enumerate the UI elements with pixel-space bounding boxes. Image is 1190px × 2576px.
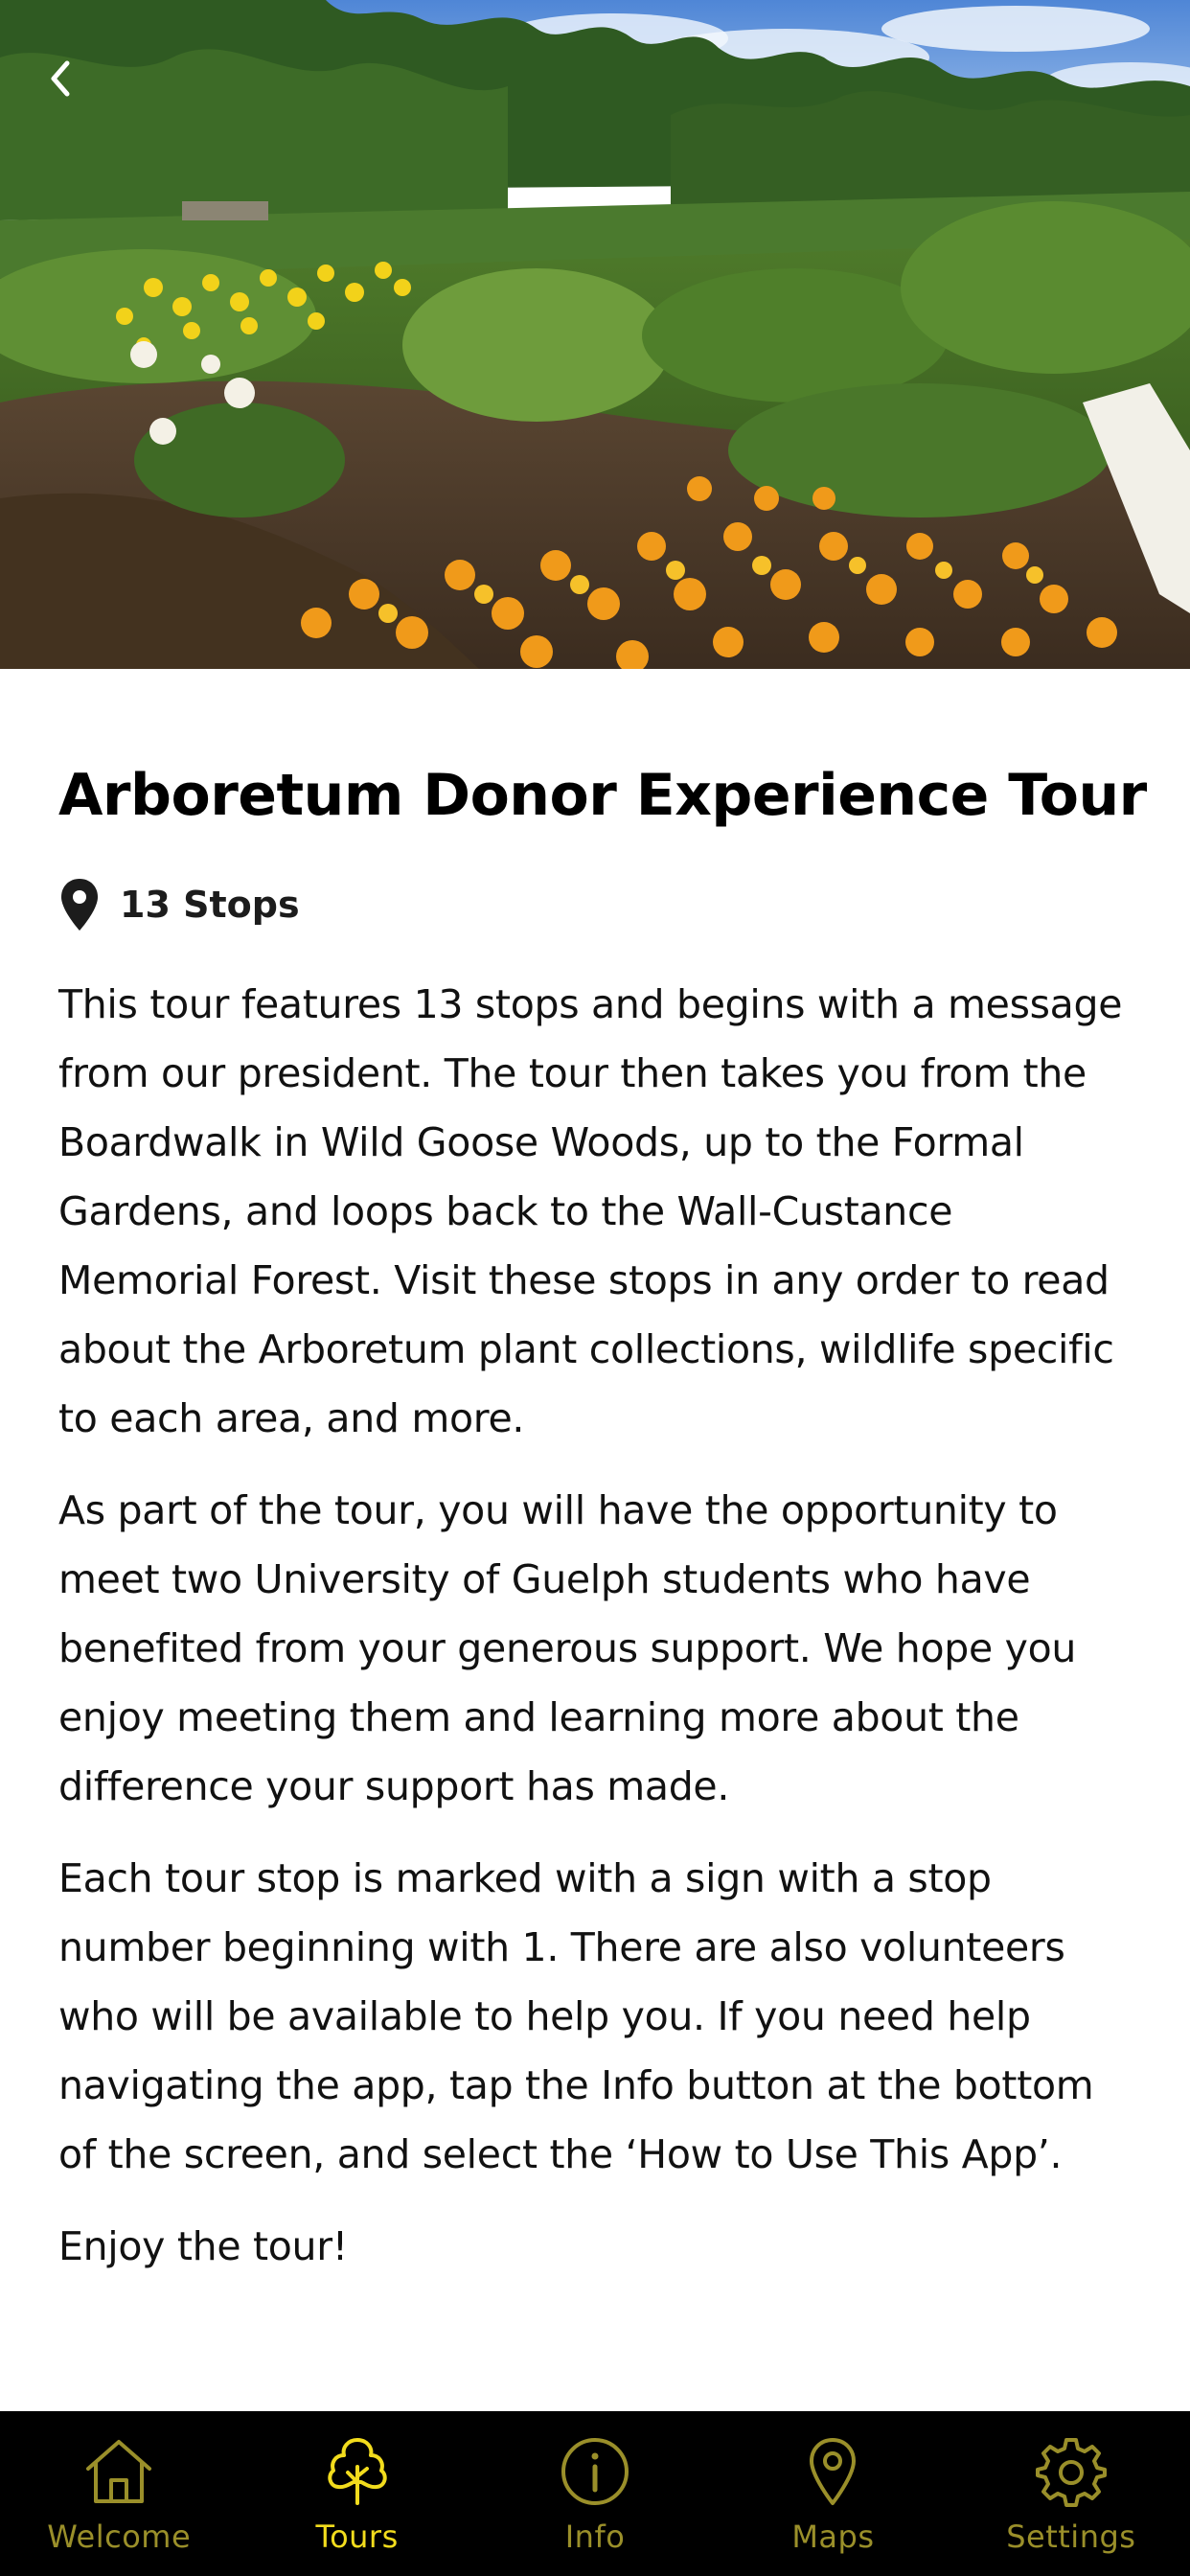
tour-content: Arboretum Donor Experience Tour 13 Stops… [58, 744, 1147, 2281]
map-pin-icon [810, 2438, 857, 2505]
back-button[interactable] [29, 48, 90, 109]
tour-description-paragraph: This tour features 13 stops and begins w… [58, 981, 1123, 1441]
tab-tours[interactable]: Tours [238, 2411, 475, 2576]
tab-settings[interactable]: Settings [952, 2411, 1190, 2576]
tab-label: Welcome [47, 2518, 192, 2555]
hero-image [0, 0, 1190, 669]
tab-label: Maps [791, 2518, 875, 2555]
tour-closing-text: Enjoy the tour! [58, 2223, 348, 2269]
tab-bar: Welcome Tours Info Maps Settings [0, 2411, 1190, 2576]
tab-label: Info [564, 2518, 626, 2555]
tour-description-paragraph: Each tour stop is marked with a sign wit… [58, 1855, 1094, 2177]
tour-title: Arboretum Donor Experience Tour [58, 762, 1147, 829]
tab-label: Tours [315, 2518, 399, 2555]
tab-label: Settings [1006, 2518, 1136, 2555]
tour-description-paragraph: As part of the tour, you will have the o… [58, 1487, 1077, 1809]
map-pin-icon [61, 879, 98, 931]
chevron-left-icon [51, 60, 70, 97]
garden-photo [0, 0, 1190, 669]
tab-maps[interactable]: Maps [714, 2411, 951, 2576]
info-icon [561, 2438, 629, 2505]
tab-welcome[interactable]: Welcome [0, 2411, 238, 2576]
tree-icon [327, 2438, 387, 2505]
scroll-fade [0, 2262, 1190, 2411]
tour-detail-screen: Arboretum Donor Experience Tour 13 Stops… [0, 0, 1190, 2576]
stops-label: 13 Stops [120, 884, 300, 926]
gear-icon [1035, 2438, 1107, 2507]
home-icon [86, 2440, 152, 2503]
stops-count: 13 Stops [58, 874, 1141, 935]
tab-info[interactable]: Info [476, 2411, 714, 2576]
